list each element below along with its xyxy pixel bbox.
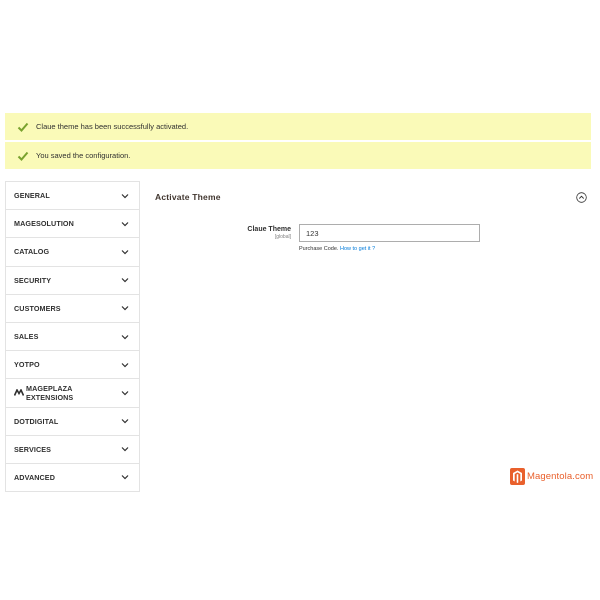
sidebar-item-label: SALES xyxy=(14,332,39,342)
sidebar-item-yotpo[interactable]: YOTPO xyxy=(6,351,139,380)
sidebar-item-advanced[interactable]: ADVANCED xyxy=(6,464,139,493)
config-sidebar: GENERAL MAGESOLUTION CATALOG SECURITY CU… xyxy=(5,181,140,493)
chevron-down-icon xyxy=(121,362,129,368)
sidebar-item-label: GENERAL xyxy=(14,191,50,201)
sidebar-item-dotdigital[interactable]: DOTDIGITAL xyxy=(6,408,139,436)
sidebar-item-label: MAGEPLAZA EXTENSIONS xyxy=(26,383,74,402)
sidebar-item-sales[interactable]: SALES xyxy=(6,323,139,352)
messages-area: Claue theme has been successfully activa… xyxy=(5,113,591,170)
mageplaza-icon xyxy=(14,389,24,397)
chevron-down-icon xyxy=(121,390,129,396)
brand-name: Magentola.com xyxy=(527,471,594,482)
chevron-down-icon xyxy=(121,334,129,340)
sidebar-item-services[interactable]: SERVICES xyxy=(6,436,139,464)
sidebar-item-label: ADVANCED xyxy=(14,472,55,482)
sidebar-item-mageplaza-extensions[interactable]: MAGEPLAZA EXTENSIONS xyxy=(6,379,139,408)
chevron-down-icon xyxy=(121,418,129,424)
sidebar-item-label: MAGESOLUTION xyxy=(14,219,74,229)
how-to-get-it-link[interactable]: How to get it ? xyxy=(340,246,375,252)
check-icon xyxy=(17,121,29,133)
sidebar-item-label: SERVICES xyxy=(14,444,52,454)
sidebar-item-general[interactable]: GENERAL xyxy=(6,182,139,211)
success-message: You saved the configuration. xyxy=(5,142,591,170)
field-label-text: Claue Theme xyxy=(247,226,291,233)
chevron-down-icon xyxy=(121,277,129,283)
claue-theme-field-row: Claue Theme [global] Purchase Code. How … xyxy=(155,224,591,264)
message-text: You saved the configuration. xyxy=(36,151,131,160)
chevron-up-circle-icon[interactable] xyxy=(576,191,587,203)
chevron-down-icon xyxy=(121,221,129,227)
field-scope: [global] xyxy=(274,234,291,240)
sidebar-item-label: YOTPO xyxy=(14,360,40,370)
chevron-down-icon xyxy=(121,305,129,311)
field-note: Purchase Code. How to get it ? xyxy=(299,246,375,252)
sidebar-item-catalog[interactable]: CATALOG xyxy=(6,238,139,267)
chevron-down-icon xyxy=(121,193,129,199)
chevron-down-icon xyxy=(121,446,129,452)
field-label: Claue Theme [global] xyxy=(247,226,291,240)
magento-logo-icon xyxy=(510,468,525,485)
chevron-down-icon xyxy=(121,474,129,480)
sidebar-item-magesolution[interactable]: MAGESOLUTION xyxy=(6,210,139,239)
sidebar-item-label: SECURITY xyxy=(14,275,52,285)
check-icon xyxy=(17,150,29,162)
success-message: Claue theme has been successfully activa… xyxy=(5,113,591,141)
sidebar-item-label: CUSTOMERS xyxy=(14,303,61,313)
section-title: Activate Theme xyxy=(155,192,221,202)
purchase-code-input[interactable] xyxy=(299,224,480,242)
sidebar-item-label: CATALOG xyxy=(14,247,50,257)
sidebar-item-customers[interactable]: CUSTOMERS xyxy=(6,295,139,323)
config-main: Activate Theme Claue Theme [global] Purc… xyxy=(155,189,591,252)
chevron-down-icon xyxy=(121,249,129,255)
note-text: Purchase Code. xyxy=(299,246,339,252)
message-text: Claue theme has been successfully activa… xyxy=(36,122,189,131)
sidebar-item-security[interactable]: SECURITY xyxy=(6,267,139,295)
sidebar-item-label: DOTDIGITAL xyxy=(14,416,59,426)
magentola-brand: Magentola.com xyxy=(510,468,593,485)
activate-theme-section-header[interactable]: Activate Theme xyxy=(155,189,591,205)
